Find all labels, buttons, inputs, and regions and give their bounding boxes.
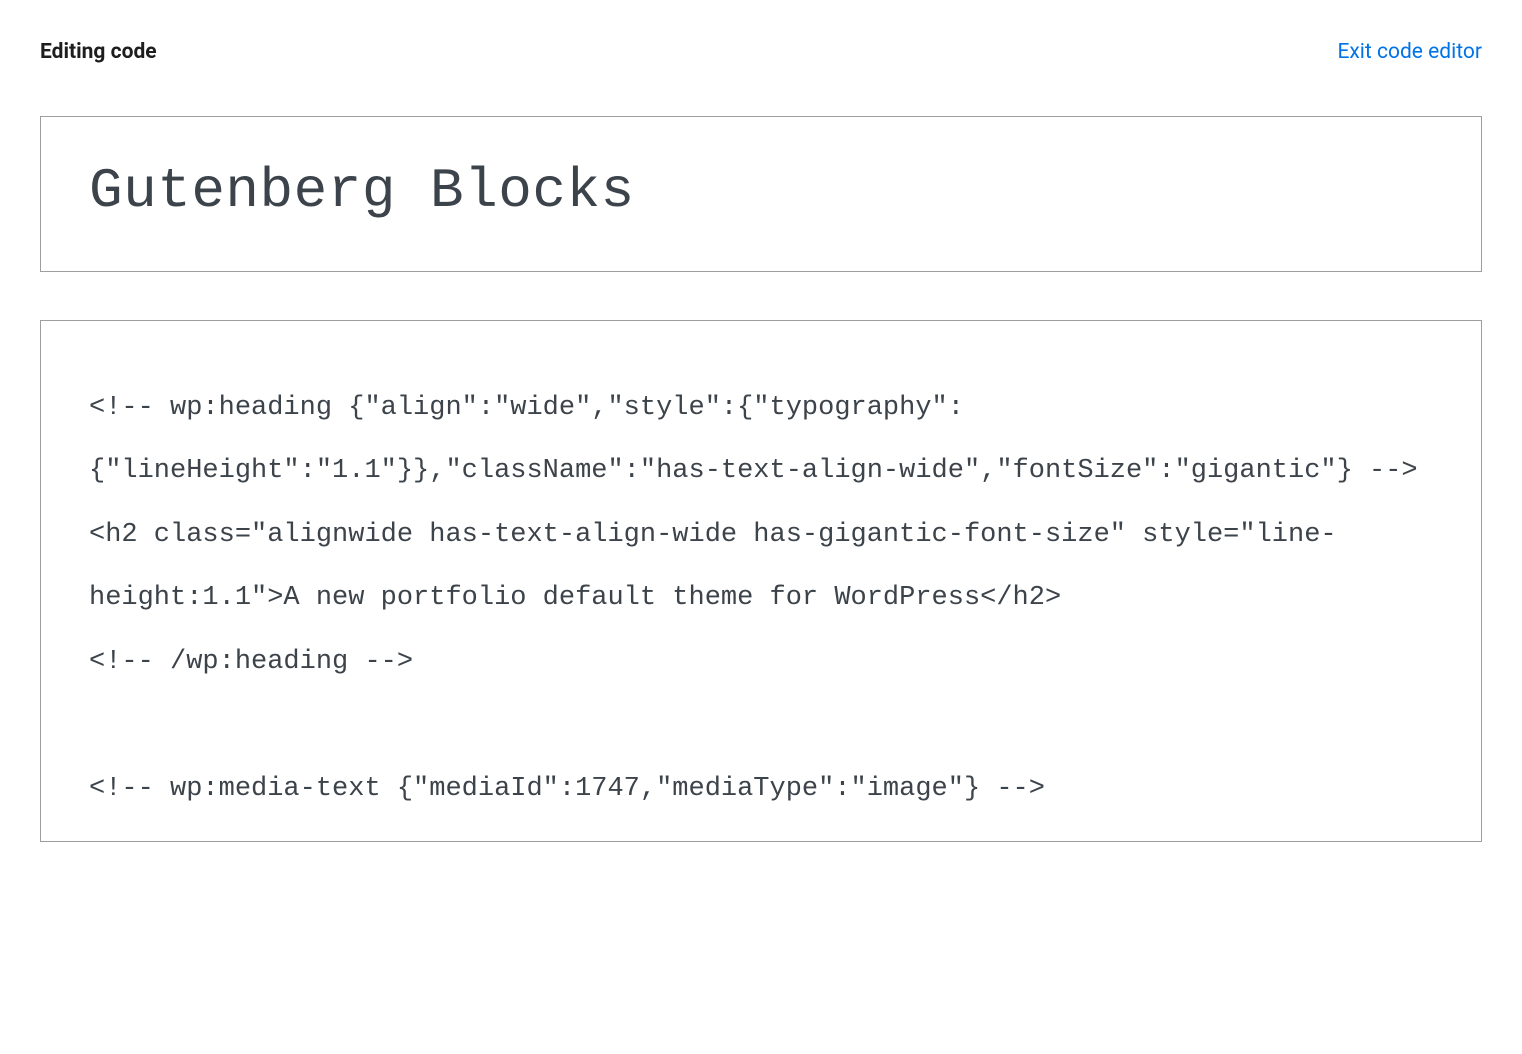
code-editor-textarea[interactable]: <!-- wp:heading {"align":"wide","style":… <box>89 377 1433 821</box>
editor-header: Editing code Exit code editor <box>40 40 1482 64</box>
exit-code-editor-link[interactable]: Exit code editor <box>1337 40 1482 64</box>
editing-mode-label: Editing code <box>40 40 157 64</box>
post-title-input-container: Gutenberg Blocks <box>40 116 1482 272</box>
code-editor-container: <!-- wp:heading {"align":"wide","style":… <box>40 320 1482 842</box>
post-title-input[interactable]: Gutenberg Blocks <box>89 159 1433 223</box>
